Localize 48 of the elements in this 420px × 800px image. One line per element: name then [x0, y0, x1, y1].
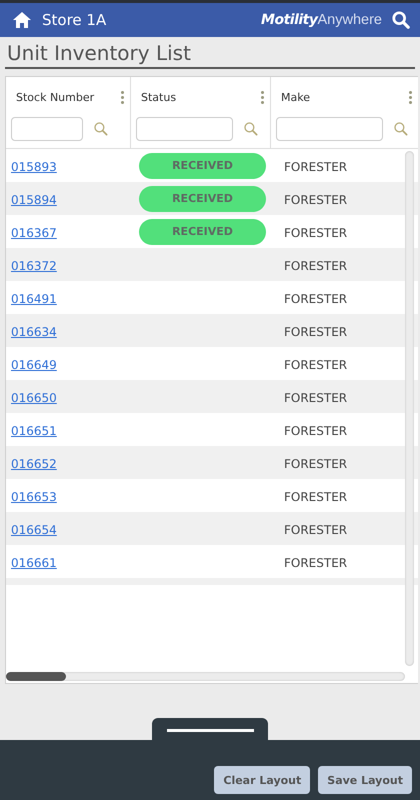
stock-number-link[interactable]: 016372 — [11, 259, 57, 273]
table-cell: FORESTER — [284, 391, 348, 405]
column-header[interactable]: Stock Number — [11, 90, 94, 104]
search-icon[interactable] — [392, 11, 410, 29]
page-title: Unit Inventory List — [5, 37, 415, 69]
stock-number-link[interactable]: 016491 — [11, 292, 57, 306]
stock-number-link[interactable]: 015893 — [11, 160, 57, 174]
column-header[interactable]: Make — [276, 90, 310, 104]
status-badge: RECEIVED — [139, 186, 266, 212]
column-header[interactable]: Status — [136, 90, 176, 104]
stock-number-link[interactable]: 016650 — [11, 391, 57, 405]
table-cell: FORESTER — [284, 193, 348, 207]
table-cell: FORESTER — [284, 457, 348, 471]
filter-field[interactable] — [136, 117, 233, 141]
table-cell: FORESTER — [284, 556, 348, 570]
home-icon[interactable] — [12, 11, 32, 29]
layout-button[interactable]: Save Layout — [318, 766, 412, 794]
stock-number-link[interactable]: 016652 — [11, 457, 57, 471]
stock-number-link[interactable]: 015894 — [11, 193, 57, 207]
table-cell: FORESTER — [284, 226, 348, 240]
more-icon[interactable] — [119, 90, 126, 104]
more-icon[interactable] — [407, 90, 414, 104]
table-cell: FORESTER — [284, 325, 348, 339]
stock-number-link[interactable]: 016651 — [11, 424, 57, 438]
stock-number-link[interactable]: 016649 — [11, 358, 57, 372]
stock-number-link[interactable]: 016661 — [11, 556, 57, 570]
stock-number-link[interactable]: 016653 — [11, 490, 57, 504]
filter-field[interactable] — [276, 117, 383, 141]
table-cell: FORESTER — [284, 490, 348, 504]
brand-logo: MotilityAnywhere — [261, 12, 382, 28]
table-cell: FORESTER — [284, 160, 348, 174]
table-cell: FORESTER — [284, 424, 348, 438]
table-cell: FORESTER — [284, 292, 348, 306]
drawer-handle[interactable] — [152, 718, 268, 740]
vertical-scrollbar[interactable] — [405, 151, 414, 666]
table-cell: FORESTER — [284, 358, 348, 372]
status-badge: RECEIVED — [139, 152, 266, 178]
filter-field[interactable] — [11, 117, 83, 141]
table-cell: FORESTER — [284, 259, 348, 273]
layout-button[interactable]: Clear Layout — [214, 766, 310, 794]
stock-number-link[interactable]: 016654 — [11, 523, 57, 537]
horizontal-scrollbar[interactable] — [6, 672, 405, 681]
stock-number-link[interactable]: 016634 — [11, 325, 57, 339]
more-icon[interactable] — [259, 90, 266, 104]
table-cell: FORESTER — [284, 523, 348, 537]
stock-number-link[interactable]: 016367 — [11, 226, 57, 240]
status-badge: RECEIVED — [139, 218, 266, 244]
store-name: Store 1A — [42, 11, 108, 29]
